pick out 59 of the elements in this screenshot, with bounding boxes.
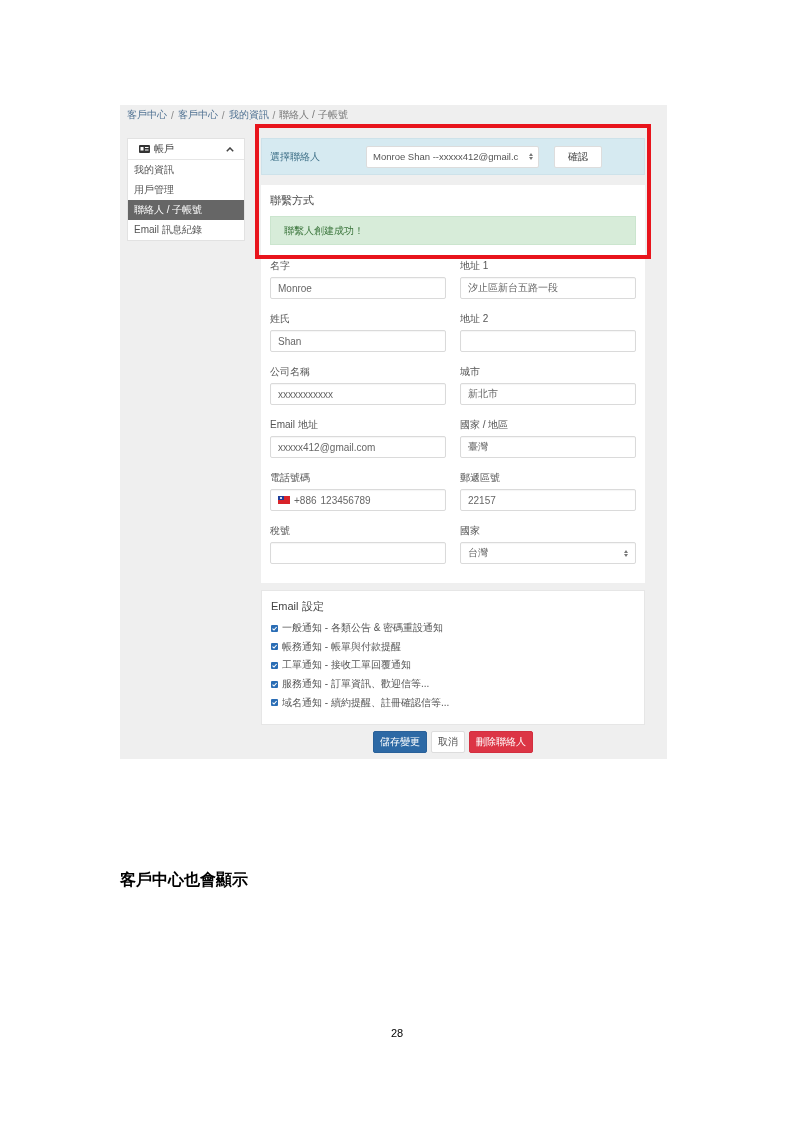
breadcrumb-link[interactable]: 客戶中心 [127, 108, 167, 122]
input-field[interactable]: xxxxxxxxxxx [270, 383, 446, 405]
select-field[interactable]: 台灣 [460, 542, 636, 564]
checkbox-label: 服務通知 - 訂單資訊、歡迎信等... [282, 677, 430, 692]
checkbox-label: 一般通知 - 各類公告 & 密碼重設通知 [282, 621, 444, 636]
breadcrumb-separator: / [171, 109, 174, 121]
breadcrumb-separator: / [221, 109, 225, 121]
input-field[interactable]: 汐止區新台五路一段 [460, 277, 636, 299]
input-field[interactable]: Shan [270, 330, 446, 352]
select-arrows-icon [529, 153, 533, 160]
field-label: 城市 [460, 366, 481, 378]
success-alert: 聯繫人創建成功！ [270, 216, 636, 245]
checkbox[interactable] [271, 662, 278, 669]
breadcrumb-separator: / [272, 109, 276, 121]
caption-text: 客戶中心也會顯示 [120, 869, 248, 890]
id-card-icon [139, 145, 150, 153]
checkbox[interactable] [271, 643, 278, 651]
section-title: 聯繫方式 [270, 193, 315, 207]
sidebar-title: 帳戶 [154, 142, 174, 156]
field-label: 電話號碼 [270, 472, 311, 484]
field-label: 國家 / 地區 [460, 419, 510, 431]
checkbox[interactable] [271, 680, 278, 688]
checkbox-label: 工單通知 - 接收工單回覆通知 [282, 658, 411, 673]
input-field[interactable] [460, 330, 636, 352]
field-label: 地址 2 [460, 313, 490, 325]
phone-field[interactable]: +886 123456789 [270, 489, 446, 511]
input-field[interactable]: xxxxx412@gmail.com [270, 436, 446, 458]
field-label: 國家 [460, 525, 481, 537]
checkbox[interactable] [271, 699, 278, 707]
select-arrows-icon [624, 549, 628, 557]
section-title: Email 設定 [271, 599, 325, 613]
contact-select[interactable]: Monroe Shan --xxxxx412@gmail.c [366, 145, 539, 168]
field-label: 地址 1 [460, 260, 490, 272]
input-field[interactable] [270, 542, 446, 564]
save-button[interactable]: 儲存變更 [373, 730, 427, 753]
sidebar-item[interactable]: 聯絡人 / 子帳號 [128, 200, 244, 220]
input-field[interactable]: 新北市 [460, 383, 636, 405]
breadcrumb-current: 聯絡人 / 子帳號 [279, 108, 348, 122]
field-label: 公司名稱 [270, 366, 311, 378]
breadcrumb-link[interactable]: 客戶中心 [177, 108, 218, 122]
picker-label: 選擇聯絡人 [270, 149, 321, 164]
input-field[interactable]: 22157 [460, 489, 636, 511]
input-field[interactable]: Monroe [270, 277, 446, 299]
field-label: 名字 [270, 260, 291, 272]
field-label: 郵遞區號 [460, 472, 501, 484]
confirm-button[interactable]: 確認 [554, 145, 602, 168]
input-field[interactable]: 臺灣 [460, 436, 636, 458]
checkbox-label: 域名通知 - 續約提醒、註冊確認信等... [282, 695, 450, 710]
delete-button[interactable]: 刪除聯絡人 [469, 730, 533, 753]
flag-icon [278, 496, 290, 504]
breadcrumb-link[interactable]: 我的資訊 [228, 108, 269, 122]
checkbox[interactable] [271, 624, 278, 632]
checkbox-label: 帳務通知 - 帳單與付款提醒 [282, 639, 401, 654]
field-label: 姓氏 [270, 313, 291, 325]
page-number: 28 [390, 1026, 404, 1040]
chevron-up-icon[interactable] [226, 146, 234, 152]
cancel-button[interactable]: 取消 [431, 730, 465, 753]
field-label: 稅號 [270, 525, 291, 537]
field-label: Email 地址 [270, 419, 319, 431]
